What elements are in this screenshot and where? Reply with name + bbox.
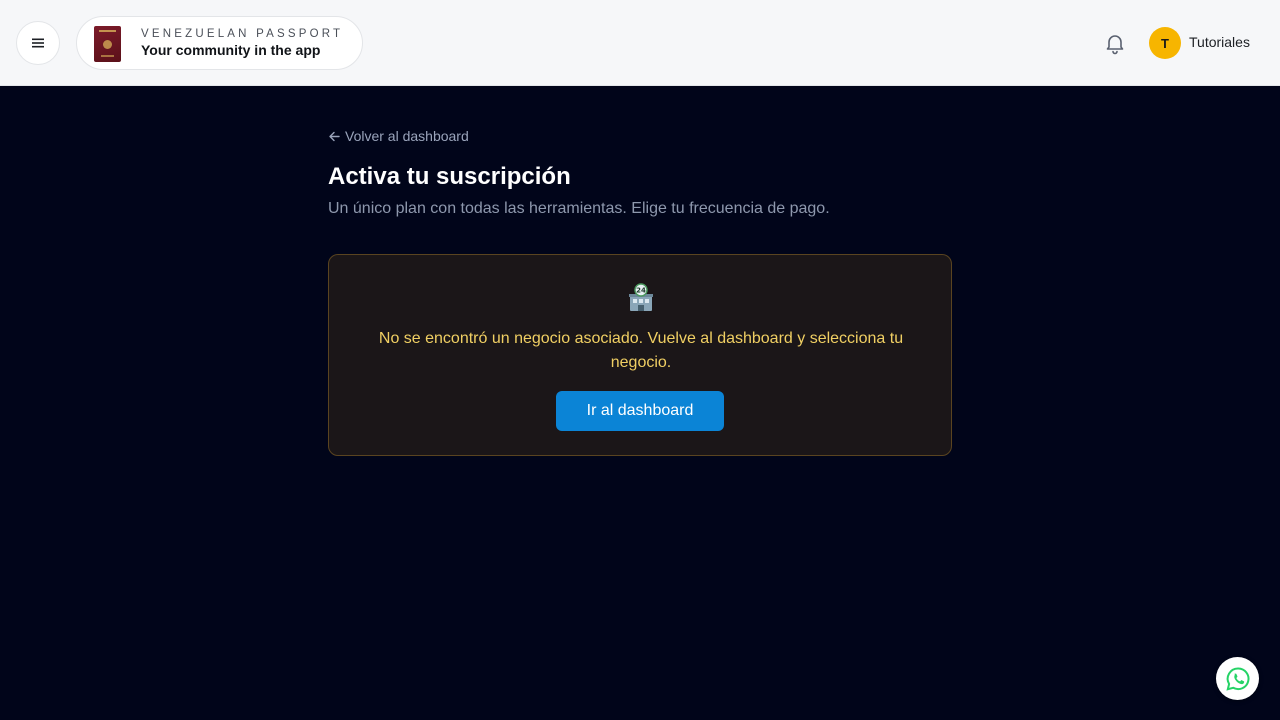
top-bar: VENEZUELAN PASSPORT Your community in th…: [0, 0, 1280, 86]
avatar[interactable]: T: [1149, 27, 1181, 59]
brand-tagline: Your community in the app: [141, 42, 321, 58]
no-business-alert: 24 No se encontró un negocio asociado. V…: [328, 254, 952, 456]
alert-message: No se encontró un negocio asociado. Vuel…: [378, 330, 904, 371]
username-label[interactable]: Tutoriales: [1189, 34, 1250, 50]
svg-text:24: 24: [636, 287, 646, 295]
whatsapp-icon: [1225, 666, 1249, 691]
menu-button[interactable]: [16, 21, 60, 65]
brand-name: VENEZUELAN PASSPORT: [141, 28, 344, 40]
hamburger-icon: [32, 38, 44, 48]
bell-icon[interactable]: [1103, 31, 1127, 55]
passport-icon: [94, 26, 121, 62]
go-to-dashboard-button[interactable]: Ir al dashboard: [556, 391, 724, 431]
back-to-dashboard-link[interactable]: Volver al dashboard: [328, 128, 469, 144]
page-subtitle: Un único plan con todas las herramientas…: [328, 200, 830, 217]
back-link-label: Volver al dashboard: [345, 128, 469, 144]
whatsapp-button[interactable]: [1216, 657, 1259, 700]
business-24h-icon: 24: [629, 283, 653, 311]
page-title: Activa tu suscripción: [328, 163, 571, 190]
brand-logo[interactable]: VENEZUELAN PASSPORT Your community in th…: [76, 16, 363, 70]
arrow-left-icon: [329, 131, 340, 141]
